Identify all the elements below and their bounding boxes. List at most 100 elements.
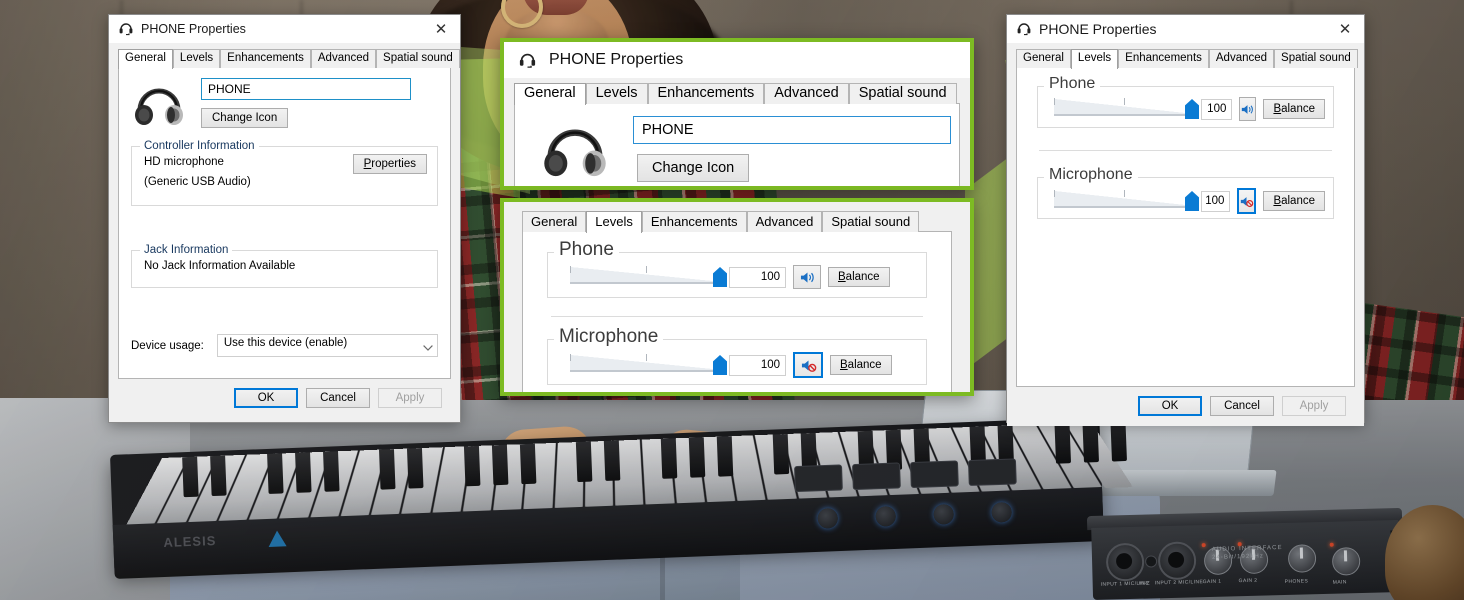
- keyboard-knob: [817, 508, 839, 529]
- close-icon[interactable]: ✕: [426, 17, 456, 41]
- main-led: [1329, 542, 1334, 547]
- dialog-levels-zoom-frame: General Levels Enhancements Advanced Spa…: [500, 198, 974, 396]
- ok-button[interactable]: OK: [1138, 396, 1202, 416]
- tab-levels[interactable]: Levels: [1070, 49, 1119, 69]
- balance-rest: alance: [847, 359, 882, 371]
- tab-advanced[interactable]: Advanced: [764, 83, 849, 104]
- tab-general[interactable]: General: [522, 211, 587, 232]
- black-key: [604, 440, 621, 481]
- tab-strip: General Levels Enhancements Advanced Spa…: [514, 78, 960, 105]
- device-name-input[interactable]: [633, 116, 951, 144]
- change-icon-button[interactable]: Change Icon: [201, 108, 289, 128]
- volume-value-phone[interactable]: 100: [729, 266, 786, 288]
- tab-general[interactable]: General: [514, 83, 586, 105]
- jack-information-group: Jack Information No Jack Information Ava…: [131, 244, 438, 288]
- volume-value-microphone[interactable]: 100: [1201, 190, 1231, 212]
- volume-slider-microphone[interactable]: [1054, 190, 1199, 212]
- tab-strip: General Levels Enhancements Advanced Spa…: [522, 202, 952, 233]
- apply-button: Apply: [1282, 396, 1346, 416]
- properties-rest: roperties: [371, 158, 416, 170]
- cancel-button[interactable]: Cancel: [306, 388, 370, 408]
- black-key: [1054, 423, 1071, 464]
- speaker-mute-icon-microphone[interactable]: [793, 352, 823, 378]
- dialog-phone-properties-levels[interactable]: PHONE Properties ✕ General Levels Enhanc…: [1006, 14, 1365, 426]
- black-key: [1082, 422, 1099, 463]
- hi-z-jack: [1144, 555, 1158, 568]
- volume-slider-phone[interactable]: [570, 266, 727, 288]
- volume-slider-phone[interactable]: [1054, 98, 1199, 120]
- headset-icon: [1016, 21, 1032, 37]
- speaker-icon-phone[interactable]: [1239, 97, 1257, 121]
- screenshot-stage: ALESIS AUDIO INTERFACE 24-Bit/192kHz INP…: [0, 0, 1464, 600]
- tab-strip: General Levels Enhancements Advanced Spa…: [118, 49, 460, 69]
- level-name-microphone: Microphone: [1044, 166, 1138, 184]
- tab-enhancements[interactable]: Enhancements: [220, 49, 311, 68]
- chevron-down-icon[interactable]: [423, 338, 433, 351]
- dialog-phone-properties-general[interactable]: PHONE Properties ✕ General Levels Enhanc…: [108, 14, 461, 423]
- tab-enhancements[interactable]: Enhancements: [641, 211, 747, 232]
- tab-levels[interactable]: Levels: [585, 83, 648, 104]
- tab-spatial-sound[interactable]: Spatial sound: [376, 49, 460, 68]
- balance-rest: alance: [1281, 103, 1315, 115]
- dialog-phone-properties-general-zoom[interactable]: PHONE Properties General Levels Enhancem…: [504, 42, 970, 186]
- balance-button-microphone[interactable]: Balance: [1263, 191, 1325, 211]
- tab-enhancements[interactable]: Enhancements: [1118, 49, 1209, 68]
- balance-button-phone[interactable]: Balance: [1263, 99, 1325, 119]
- balance-first-letter: B: [1273, 103, 1282, 115]
- title-bar: PHONE Properties ✕: [109, 15, 460, 43]
- ok-button[interactable]: OK: [234, 388, 298, 408]
- dialog-buttons: OK Cancel Apply: [118, 379, 451, 418]
- apply-button: Apply: [378, 388, 442, 408]
- device-usage-select[interactable]: Use this device (enable): [216, 334, 438, 357]
- controller-information-group: Controller Information HD microphone (Ge…: [131, 140, 438, 206]
- title-bar: PHONE Properties: [504, 42, 970, 78]
- title-bar: PHONE Properties ✕: [1007, 15, 1364, 43]
- controller-properties-button[interactable]: Properties: [352, 154, 427, 174]
- volume-value-phone[interactable]: 100: [1201, 98, 1233, 120]
- balance-first-letter: B: [1273, 195, 1282, 207]
- interface-label-gain-1: GAIN 1: [1202, 578, 1222, 586]
- xlr-input-1: [1105, 542, 1145, 582]
- tab-advanced[interactable]: Advanced: [310, 49, 377, 68]
- tab-advanced[interactable]: Advanced: [1208, 49, 1275, 68]
- close-icon[interactable]: ✕: [1330, 17, 1360, 41]
- device-name-input[interactable]: [201, 78, 411, 100]
- volume-slider-microphone[interactable]: [570, 354, 727, 376]
- keyboard-knob: [991, 501, 1013, 523]
- balance-button-phone[interactable]: Balance: [828, 267, 890, 287]
- slider-tick: [646, 354, 647, 361]
- headset-icon: [118, 21, 134, 37]
- tab-spatial-sound[interactable]: Spatial sound: [848, 83, 957, 104]
- tab-general[interactable]: General: [118, 49, 173, 69]
- black-key: [294, 452, 312, 493]
- tab-levels[interactable]: Levels: [172, 49, 221, 68]
- black-key: [716, 436, 734, 477]
- audio-interface: AUDIO INTERFACE 24-Bit/192kHz INPUT 1 MI…: [1086, 507, 1404, 600]
- tab-enhancements[interactable]: Enhancements: [647, 83, 765, 104]
- dialog-buttons: OK Cancel Apply: [1016, 387, 1355, 426]
- black-key: [407, 448, 424, 489]
- drum-pad: [851, 462, 901, 491]
- balance-button-microphone[interactable]: Balance: [830, 355, 892, 375]
- balance-first-letter: B: [840, 359, 848, 371]
- interface-label-phones: PHONES: [1284, 578, 1309, 585]
- tab-levels[interactable]: Levels: [586, 211, 642, 233]
- slider-tick: [1054, 190, 1055, 197]
- tab-general[interactable]: General: [1016, 49, 1071, 68]
- speaker-icon-phone[interactable]: [793, 265, 821, 289]
- black-key: [266, 453, 284, 494]
- tab-strip: General Levels Enhancements Advanced Spa…: [1016, 49, 1358, 69]
- black-key: [575, 441, 593, 483]
- headphones-icon: [131, 78, 187, 128]
- tab-spatial-sound[interactable]: Spatial sound: [1274, 49, 1358, 68]
- volume-value-microphone[interactable]: 100: [729, 354, 786, 376]
- headphones-icon: [539, 116, 611, 180]
- dialog-phone-properties-levels-zoom[interactable]: General Levels Enhancements Advanced Spa…: [504, 202, 970, 392]
- controller-information-label: Controller Information: [140, 140, 259, 152]
- tab-spatial-sound[interactable]: Spatial sound: [822, 211, 920, 232]
- change-icon-button[interactable]: Change Icon: [637, 154, 750, 182]
- speaker-mute-icon-microphone[interactable]: [1237, 188, 1257, 214]
- dialog-body: General Levels Enhancements Advanced Spa…: [109, 43, 460, 418]
- cancel-button[interactable]: Cancel: [1210, 396, 1274, 416]
- tab-advanced[interactable]: Advanced: [746, 211, 823, 232]
